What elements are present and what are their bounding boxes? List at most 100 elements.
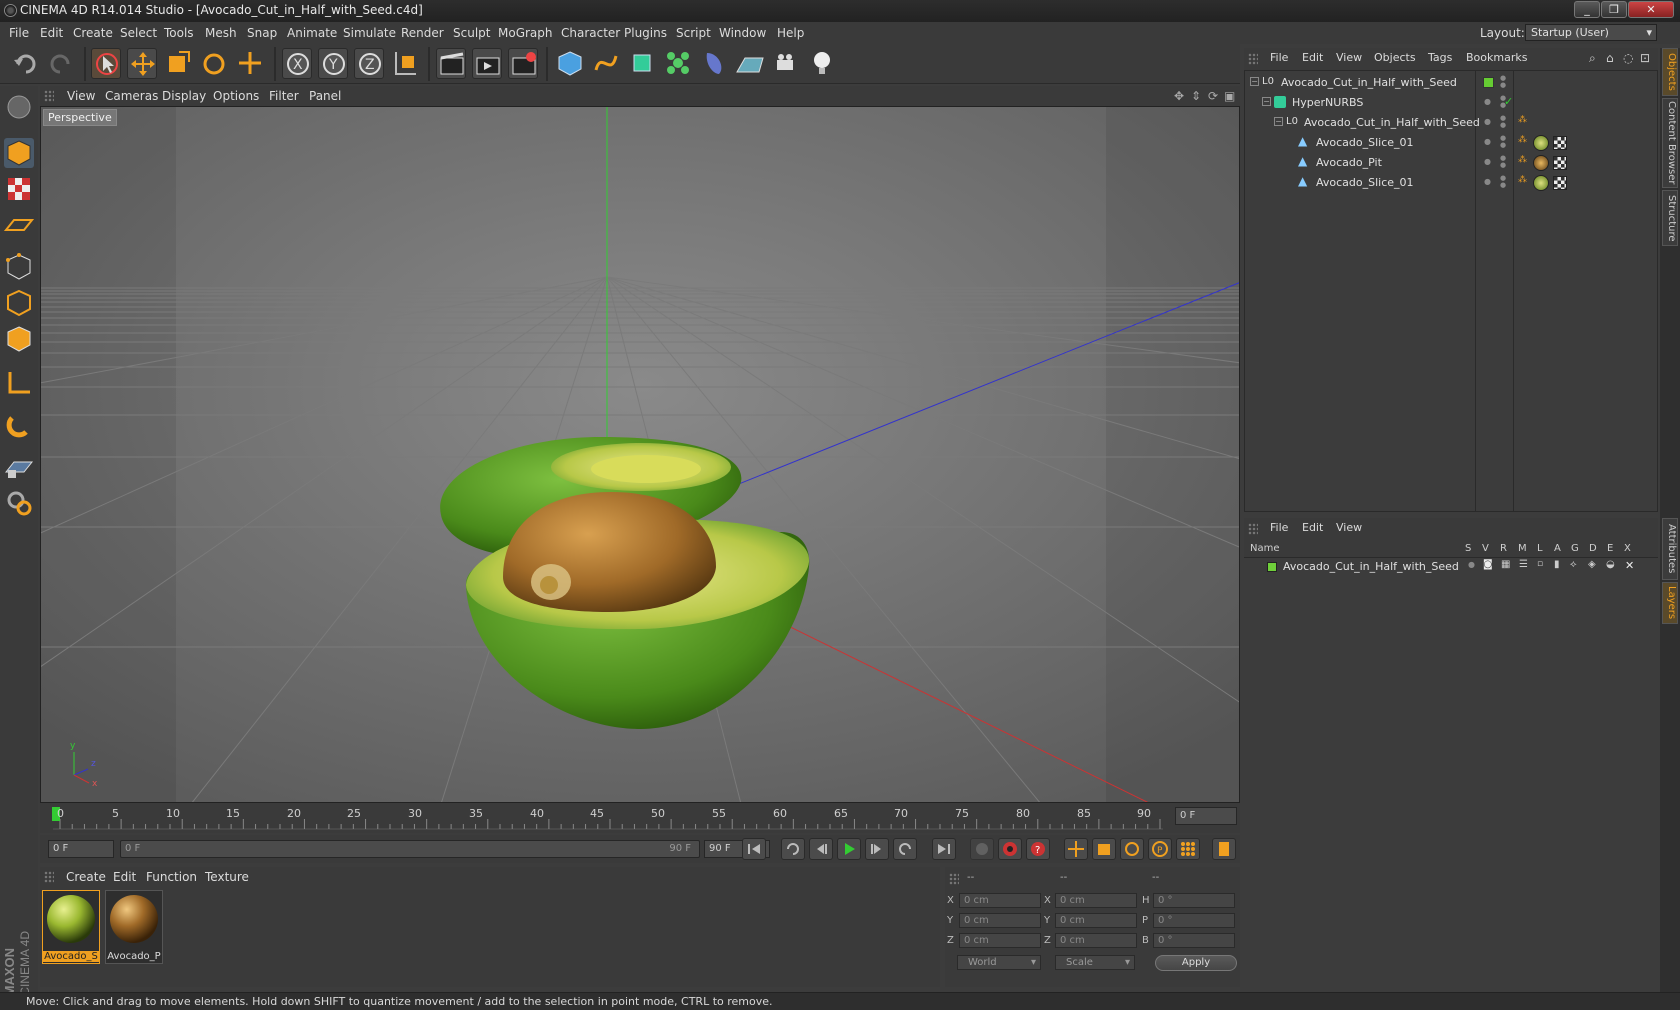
polygons-mode-button[interactable] xyxy=(4,324,34,354)
layer-color-swatch[interactable] xyxy=(1483,77,1494,88)
phong-tag-icon[interactable]: ⁂ xyxy=(1518,175,1527,185)
menu-snap[interactable]: Snap xyxy=(247,26,277,40)
search-icon[interactable]: ⌕ xyxy=(1589,51,1596,66)
position-x-field[interactable]: 0 cm xyxy=(959,893,1041,908)
layer-col-s[interactable]: S xyxy=(1465,543,1471,554)
size-mode-dropdown[interactable]: Scale ▾ xyxy=(1055,955,1135,970)
restore-button[interactable]: ❐ xyxy=(1601,1,1627,18)
rotation-b-field[interactable]: 0 ° xyxy=(1153,933,1235,948)
previous-key-button[interactable] xyxy=(781,838,805,860)
record-keys-button[interactable] xyxy=(970,838,994,860)
layers-menu-edit[interactable]: Edit xyxy=(1302,521,1323,534)
axis-mode-button[interactable] xyxy=(4,368,34,398)
layer-xref-icon[interactable]: ✕ xyxy=(1625,559,1634,572)
timeline-button[interactable] xyxy=(1212,838,1236,860)
objects-menu-view[interactable]: View xyxy=(1336,51,1362,64)
position-z-field[interactable]: 0 cm xyxy=(959,933,1041,948)
cube-object-button[interactable] xyxy=(555,48,585,79)
material-swatch-avocado-skin[interactable]: Avocado_S xyxy=(42,890,100,964)
key-position-button[interactable] xyxy=(1064,838,1088,860)
go-to-end-button[interactable] xyxy=(932,838,956,860)
objects-menu-tags[interactable]: Tags xyxy=(1428,51,1452,64)
viewport-maximize-icon[interactable]: ▣ xyxy=(1224,89,1235,103)
snap-settings-button[interactable] xyxy=(4,488,34,518)
home-icon[interactable]: ⌂ xyxy=(1606,51,1614,65)
viewport-zoom-icon[interactable]: ⇕ xyxy=(1191,89,1201,103)
menu-create[interactable]: Create xyxy=(73,26,113,40)
phong-tag-icon[interactable]: ⁂ xyxy=(1518,135,1527,145)
perspective-viewport[interactable]: Perspective y z x xyxy=(40,106,1240,803)
layer-view-eye-icon[interactable]: ◙ xyxy=(1483,559,1493,570)
menu-animate[interactable]: Animate xyxy=(287,26,337,40)
tab-objects[interactable]: Objects xyxy=(1662,48,1678,96)
key-pla-button[interactable] xyxy=(1176,838,1200,860)
menu-render[interactable]: Render xyxy=(401,26,444,40)
workplane-mode-button[interactable] xyxy=(3,210,35,240)
viewport-menu-options[interactable]: Options xyxy=(213,89,259,103)
object-row[interactable]: − HyperNURBS ● ● ● ✓ xyxy=(1246,93,1658,113)
editor-visibility-dot[interactable]: ● xyxy=(1484,157,1491,166)
nurbs-object-button[interactable] xyxy=(627,48,657,79)
size-y-field[interactable]: 0 cm xyxy=(1055,913,1137,928)
objects-menu-bookmarks[interactable]: Bookmarks xyxy=(1466,51,1527,64)
layer-deformers-icon[interactable]: ◈ xyxy=(1588,559,1596,570)
y-axis-lock-button[interactable]: Y xyxy=(318,48,348,79)
make-editable-button[interactable] xyxy=(4,92,34,122)
size-z-field[interactable]: 0 cm xyxy=(1055,933,1137,948)
texture-mode-button[interactable] xyxy=(4,174,34,204)
layer-col-r[interactable]: R xyxy=(1500,543,1507,554)
menu-script[interactable]: Script xyxy=(676,26,711,40)
object-row[interactable]: ▲ Avocado_Slice_01 ● ● ● ⁂ xyxy=(1246,173,1658,193)
camera-object-button[interactable] xyxy=(771,48,801,79)
view-options-icon[interactable]: ◌ xyxy=(1623,51,1633,65)
render-settings-button[interactable] xyxy=(508,48,538,79)
next-key-button[interactable] xyxy=(893,838,917,860)
x-axis-lock-button[interactable]: X xyxy=(282,48,312,79)
menu-help[interactable]: Help xyxy=(777,26,804,40)
object-row[interactable]: ▲ Avocado_Slice_01 ● ● ● ⁂ xyxy=(1246,133,1658,153)
material-tag-icon[interactable] xyxy=(1533,155,1549,171)
apply-button[interactable]: Apply xyxy=(1155,955,1237,971)
go-to-start-button[interactable] xyxy=(742,838,766,860)
transform-tool-button[interactable] xyxy=(235,48,265,79)
move-tool-button[interactable] xyxy=(127,48,157,79)
material-swatch-avocado-pit[interactable]: Avocado_P xyxy=(105,890,163,964)
material-tag-icon[interactable] xyxy=(1533,135,1549,151)
tab-structure[interactable]: Structure xyxy=(1662,190,1678,246)
layer-col-v[interactable]: V xyxy=(1482,543,1489,554)
floor-object-button[interactable] xyxy=(735,48,765,79)
previous-frame-button[interactable] xyxy=(809,838,833,860)
viewport-name-label[interactable]: Perspective xyxy=(43,109,117,126)
objects-menu-file[interactable]: File xyxy=(1270,51,1288,64)
menu-character[interactable]: Character xyxy=(561,26,620,40)
viewport-rotate-icon[interactable]: ⟳ xyxy=(1208,89,1218,103)
material-menu-edit[interactable]: Edit xyxy=(113,870,136,884)
tab-content-browser[interactable]: Content Browser xyxy=(1662,98,1678,188)
tab-attributes[interactable]: Attributes xyxy=(1662,518,1678,580)
material-menu-function[interactable]: Function xyxy=(146,870,197,884)
visibility-dots[interactable]: ● ● xyxy=(1500,175,1506,189)
layer-generators-icon[interactable]: ⟡ xyxy=(1570,559,1577,570)
redo-button[interactable] xyxy=(46,48,76,79)
layer-lock-icon[interactable]: ▫ xyxy=(1537,559,1543,569)
editor-visibility-dot[interactable]: ● xyxy=(1484,137,1491,146)
material-tag-icon[interactable] xyxy=(1533,175,1549,191)
editor-visibility-dot[interactable]: ● xyxy=(1484,177,1491,186)
rotation-h-field[interactable]: 0 ° xyxy=(1153,893,1235,908)
phong-tag-icon[interactable]: ⁂ xyxy=(1518,115,1527,125)
menu-file[interactable]: File xyxy=(9,26,29,40)
menu-mograph[interactable]: MoGraph xyxy=(498,26,553,40)
menu-select[interactable]: Select xyxy=(120,26,157,40)
key-scale-button[interactable] xyxy=(1092,838,1116,860)
uvw-tag-icon[interactable] xyxy=(1553,136,1567,150)
collapse-icon[interactable]: − xyxy=(1250,77,1259,86)
layer-manager-icon[interactable]: ☰ xyxy=(1519,559,1528,570)
edges-mode-button[interactable] xyxy=(4,288,34,318)
layer-col-d[interactable]: D xyxy=(1589,543,1597,554)
viewport-menu-view[interactable]: View xyxy=(67,89,95,103)
start-frame-field[interactable]: 0 F xyxy=(48,840,114,858)
viewport-menu-filter[interactable]: Filter xyxy=(269,89,299,103)
uvw-tag-icon[interactable] xyxy=(1553,176,1567,190)
layer-solo-toggle[interactable]: ● xyxy=(1468,560,1475,569)
key-parameter-button[interactable]: P xyxy=(1148,838,1172,860)
